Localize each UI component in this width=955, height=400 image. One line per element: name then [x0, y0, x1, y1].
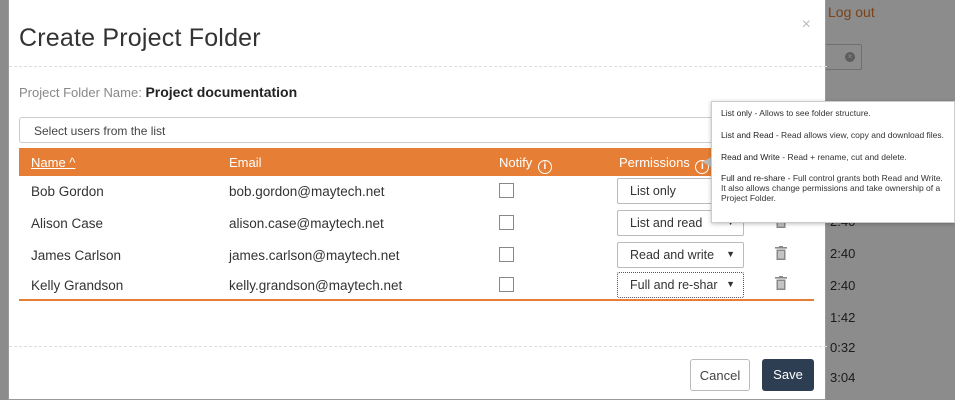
notify-checkbox[interactable]: [499, 215, 514, 230]
user-email: james.carlson@maytech.net: [229, 248, 400, 263]
user-name: Bob Gordon: [31, 184, 104, 199]
save-button[interactable]: Save: [762, 359, 814, 391]
column-header-email: Email: [229, 155, 262, 170]
tooltip-item: List and Read - Read allows view, copy a…: [721, 129, 948, 141]
table-row: James Carlson james.carlson@maytech.net …: [19, 240, 814, 272]
column-header-permissions: Permissions i: [619, 155, 710, 174]
divider: [9, 66, 827, 67]
user-select-input[interactable]: Select users from the list: [19, 117, 739, 143]
modal-title: Create Project Folder: [19, 24, 261, 52]
permission-select[interactable]: Full and re-shar ▼: [617, 272, 744, 298]
permissions-tooltip: List only - Allows to see folder structu…: [711, 101, 955, 223]
tooltip-arrow: [703, 157, 711, 167]
users-table-header: Name ^ Email Notify i Permissions i: [19, 148, 814, 176]
folder-name-value: Project documentation: [145, 84, 298, 100]
user-email: kelly.grandson@maytech.net: [229, 278, 403, 293]
notify-info-icon[interactable]: i: [537, 160, 552, 174]
tooltip-desc: - Read allows view, copy and download fi…: [773, 129, 945, 140]
tooltip-term: List only: [721, 108, 753, 118]
permissions-header-label: Permissions: [619, 155, 690, 170]
column-header-name[interactable]: Name ^: [31, 155, 75, 170]
user-email: alison.case@maytech.net: [229, 216, 384, 231]
cancel-button[interactable]: Cancel: [690, 359, 750, 391]
tooltip-term: Read and Write: [721, 151, 780, 162]
tooltip-item: Full and re-share - Full control grants …: [721, 173, 948, 203]
column-header-notify: Notify i: [499, 155, 552, 174]
permission-value: List only: [630, 184, 676, 198]
folder-name-row: Project Folder Name: Project documentati…: [19, 84, 297, 100]
permission-select[interactable]: Read and write ▼: [617, 242, 744, 268]
notify-checkbox[interactable]: [499, 247, 514, 262]
chevron-down-icon: ▼: [726, 279, 735, 289]
tooltip-term: List and Read: [721, 129, 774, 140]
create-folder-modal: Create Project Folder × Project Folder N…: [8, 0, 827, 400]
table-row: Alison Case alison.case@maytech.net List…: [19, 208, 814, 240]
tooltip-item: Read and Write - Read + rename, cut and …: [721, 151, 948, 163]
user-name: Alison Case: [31, 216, 104, 231]
user-name: James Carlson: [31, 248, 122, 263]
permission-value: Full and re-shar: [630, 278, 718, 292]
trash-icon[interactable]: [775, 246, 787, 260]
tooltip-desc: - Read + rename, cut and delete.: [779, 151, 907, 162]
table-row: Kelly Grandson kelly.grandson@maytech.ne…: [19, 270, 814, 302]
notify-header-label: Notify: [499, 155, 533, 170]
trash-icon[interactable]: [775, 276, 787, 290]
notify-checkbox[interactable]: [499, 277, 514, 292]
user-email: bob.gordon@maytech.net: [229, 184, 385, 199]
divider: [9, 346, 827, 347]
tooltip-term: Full and re-share: [721, 173, 786, 184]
close-icon[interactable]: ×: [802, 16, 811, 34]
chevron-down-icon: ▼: [726, 249, 735, 259]
user-name: Kelly Grandson: [31, 278, 124, 293]
permission-value: Read and write: [630, 248, 715, 262]
tooltip-desc: - Allows to see folder structure.: [752, 108, 871, 118]
tooltip-item: List only - Allows to see folder structu…: [721, 108, 948, 119]
permission-value: List and read: [630, 216, 703, 230]
table-row: Bob Gordon bob.gordon@maytech.net List o…: [19, 176, 814, 208]
folder-name-label: Project Folder Name:: [19, 85, 142, 100]
table-bottom-border: [19, 299, 814, 301]
notify-checkbox[interactable]: [499, 183, 514, 198]
